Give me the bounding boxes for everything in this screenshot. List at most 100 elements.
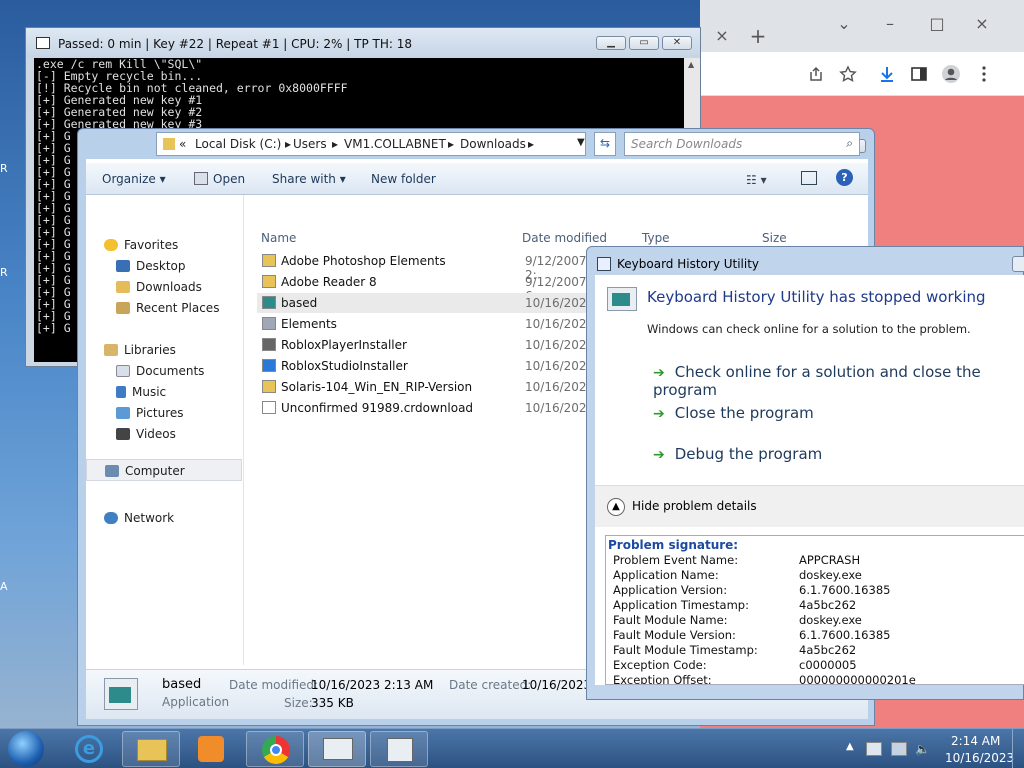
clock-time[interactable]: 2:14 AM [951,734,1000,748]
bookmark-star-icon[interactable] [839,65,857,83]
close-button[interactable]: ✕ [662,36,692,50]
tab-search-icon[interactable]: ⌄ [834,16,854,32]
open-app-icon [194,172,208,185]
start-button[interactable] [8,731,44,767]
desktop-icon-fragment[interactable]: R [0,162,12,176]
nav-pictures[interactable]: Pictures [116,406,184,420]
new-folder-button[interactable]: New folder [371,172,436,186]
clock-date[interactable]: 10/16/2023 [945,751,1014,765]
nav-downloads[interactable]: Downloads [116,280,202,294]
network-tray-icon[interactable] [891,742,907,756]
file-name: RobloxPlayerInstaller [281,338,407,352]
file-date: 10/16/2023 [525,359,595,373]
media-player-icon[interactable] [198,736,224,762]
refresh-icon[interactable]: ⇆ [594,132,616,156]
close-button[interactable]: × [972,16,992,32]
profile-avatar-icon[interactable] [941,64,961,84]
nav-documents[interactable]: Documents [116,364,204,378]
new-tab-button[interactable]: + [748,26,768,46]
action-center-icon[interactable] [866,742,882,756]
taskbar-chrome[interactable] [246,731,304,767]
folder-icon [163,138,175,150]
file-date: 10/16/2023 [525,317,595,331]
column-size[interactable]: Size [762,231,787,245]
file-row[interactable]: Adobe Photoshop Elements 9/12/2007 2: [257,251,592,282]
file-row[interactable]: Solaris-104_Win_EN_RIP-Version 10/16/2023 [257,377,594,397]
breadcrumb-vm1[interactable]: VM1.COLLABNET [344,137,446,151]
downloads-folder-icon [116,281,130,293]
minimize-button[interactable]: – [880,16,900,32]
taskbar-error-dialog[interactable] [370,731,428,767]
organize-button[interactable]: Organize ▾ [102,172,166,186]
desktop-icon [116,260,130,272]
close-button[interactable] [1012,256,1024,272]
file-row[interactable]: RobloxStudioInstaller 10/16/2023 [257,356,595,376]
breadcrumb-local-disk[interactable]: Local Disk (C:) [195,137,281,151]
details-size-label: Size: [284,696,313,710]
chevron-up-icon[interactable]: ▲ [607,498,625,516]
nav-recent-places[interactable]: Recent Places [116,301,219,315]
column-type[interactable]: Type [642,231,670,245]
file-row[interactable]: Adobe Reader 89/12/2007 6: [257,272,592,303]
internet-explorer-icon[interactable]: e [75,735,103,763]
column-date-modified[interactable]: Date modified [522,231,607,245]
hide-details-button[interactable]: Hide problem details [632,499,757,513]
details-modified-value: 10/16/2023 2:13 AM [311,678,434,692]
details-size-value: 335 KB [311,696,354,710]
option-close-program[interactable]: ➔ Close the program [653,404,814,422]
file-row[interactable]: based 10/16/2023 [257,293,594,313]
preview-pane-icon[interactable] [801,171,817,185]
signature-value: doskey.exe [799,613,862,627]
breadcrumb-downloads[interactable]: Downloads [460,137,526,151]
nav-videos[interactable]: Videos [116,427,176,441]
error-heading: Keyboard History Utility has stopped wor… [647,288,986,306]
help-icon[interactable]: ? [836,169,853,186]
signature-value: 4a5bc262 [799,598,857,612]
error-dialog-body: Keyboard History Utility has stopped wor… [595,275,1024,685]
share-icon[interactable] [808,66,824,82]
taskbar-console[interactable] [308,731,366,767]
address-bar[interactable]: « Local Disk (C:) ▸ Users ▸ VM1.COLLABNE… [156,132,586,156]
share-with-button[interactable]: Share with ▾ [272,172,346,186]
tab-close-icon[interactable]: × [712,28,732,44]
maximize-button[interactable]: □ [927,16,947,32]
desktop-icon-fragment[interactable]: A [0,580,12,594]
file-row[interactable]: RobloxPlayerInstaller 10/16/2023 [257,335,594,355]
address-dropdown-icon[interactable]: ▼ [577,137,585,148]
taskbar-explorer[interactable] [122,731,180,767]
desktop-icon-fragment[interactable]: R [0,266,12,280]
nav-music[interactable]: Music [116,385,166,399]
breadcrumb-users[interactable]: Users [293,137,327,151]
roblox-blue-icon [262,359,276,372]
view-options-icon[interactable]: ☷ ▾ [746,173,767,187]
signature-key: Application Version: [613,583,728,597]
file-row[interactable]: Unconfirmed 91989.crdownload 10/16/2023 [257,398,595,418]
file-app-icon [104,678,138,710]
music-icon [116,386,126,398]
minimize-button[interactable]: ▁ [596,36,626,50]
search-input[interactable]: Search Downloads ⌕ [624,132,860,156]
open-button[interactable]: Open [213,172,245,186]
download-icon[interactable] [878,65,896,83]
recent-places-icon [116,302,130,314]
show-desktop-button[interactable] [1012,729,1024,768]
volume-muted-icon[interactable]: 🔈 [915,742,931,756]
signature-value: 4a5bc262 [799,643,857,657]
side-panel-icon[interactable] [911,66,927,82]
maximize-button[interactable]: ▭ [629,36,659,50]
file-date: 10/16/2023 [525,401,595,415]
nav-network[interactable]: Network [104,511,174,525]
option-debug-program[interactable]: ➔ Debug the program [653,445,822,463]
nav-libraries[interactable]: Libraries [104,343,176,357]
menu-kebab-icon[interactable] [980,65,988,83]
nav-favorites[interactable]: Favorites [104,238,178,252]
dialog-app-icon [597,257,611,271]
option-check-online[interactable]: ➔ Check online for a solution and close t… [653,363,1024,399]
taskbar: e ▲ 🔈 2:14 AM 10/16/2023 [0,728,1024,768]
show-hidden-icons[interactable]: ▲ [846,741,854,752]
nav-desktop[interactable]: Desktop [116,259,186,273]
dialog-title: Keyboard History Utility [617,257,760,271]
file-row[interactable]: Elements 10/16/2023 [257,314,595,334]
column-name[interactable]: Name [261,231,296,245]
nav-computer[interactable]: Computer [86,459,242,481]
